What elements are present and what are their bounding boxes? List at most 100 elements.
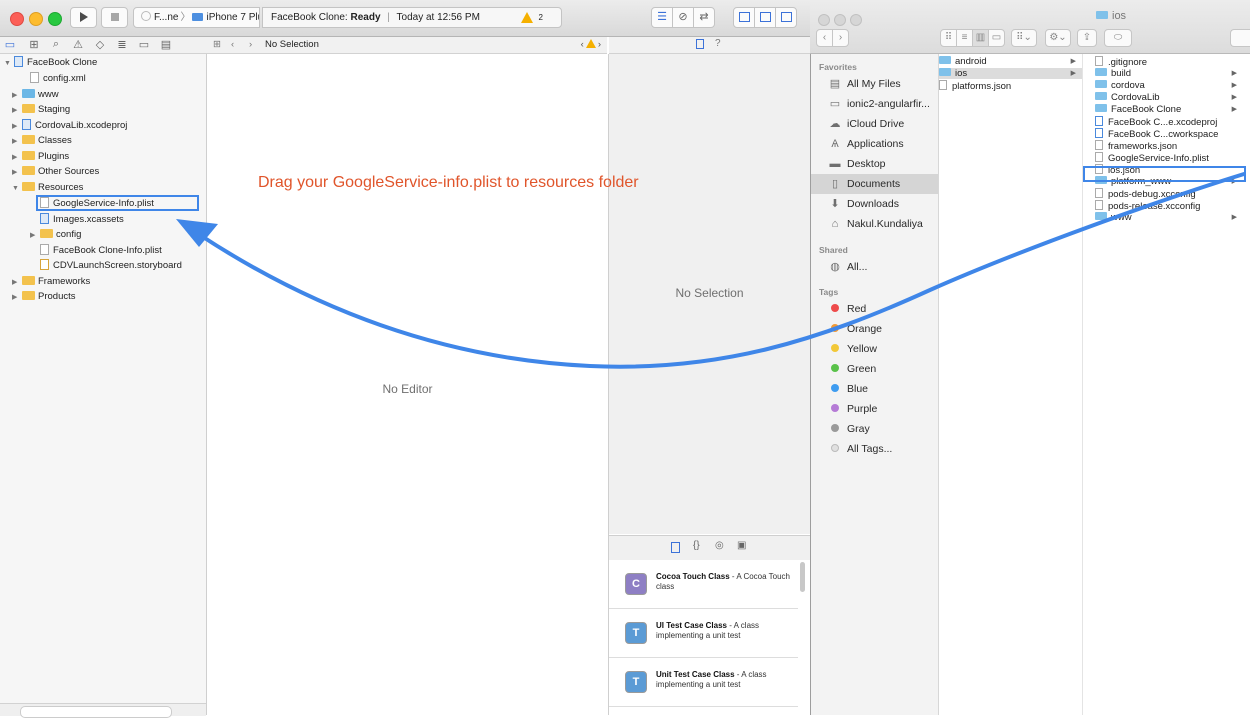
back-arrow-icon[interactable]: ‹ — [231, 37, 234, 53]
library-scrollbar[interactable] — [800, 562, 805, 592]
issue-navigator-icon[interactable]: ⚠ — [70, 38, 86, 51]
warning-count[interactable]: 2 — [539, 8, 543, 27]
tree-item-folder[interactable]: ▶ Plugins — [12, 149, 69, 164]
toggle-navigator-button[interactable] — [733, 7, 755, 28]
standard-editor-button[interactable]: ☰ — [651, 7, 673, 28]
column-row[interactable]: CordovaLib ▶ — [1083, 92, 1243, 103]
column-row[interactable]: FaceBook C...cworkspace — [1083, 128, 1243, 140]
tree-item-folder[interactable]: ▼ Resources — [12, 180, 83, 195]
disclosure-right-icon[interactable]: ▶ — [12, 134, 22, 149]
action-button[interactable]: ⚙⌄ — [1045, 29, 1071, 47]
toggle-debug-button[interactable] — [754, 7, 776, 28]
sidebar-item-documents[interactable]: ▯ Documents — [811, 174, 938, 194]
forward-button[interactable]: › — [832, 29, 849, 47]
version-editor-button[interactable]: ⇄ — [693, 7, 715, 28]
tree-item-project[interactable]: ▶ CordovaLib.xcodeproj — [12, 118, 127, 133]
column-row[interactable]: pods-release.xcconfig — [1083, 200, 1243, 212]
column-row[interactable]: FaceBook Clone ▶ — [1083, 104, 1243, 115]
library-item[interactable]: C Cocoa Touch Class - A Cocoa Touch clas… — [609, 560, 798, 609]
disclosure-right-icon[interactable]: ▶ — [12, 150, 22, 165]
tree-item-project[interactable]: ▼ FaceBook Clone — [4, 55, 97, 70]
column-row[interactable]: cordova ▶ — [1083, 80, 1243, 91]
column-row[interactable]: frameworks.json — [1083, 140, 1243, 152]
forward-arrow-icon[interactable]: › — [249, 37, 252, 53]
stop-button[interactable] — [101, 7, 128, 28]
sidebar-item-all-my-files[interactable]: ▤ All My Files — [811, 74, 938, 94]
column-row-selected[interactable]: ios ▶ — [939, 68, 1082, 79]
disclosure-right-icon[interactable]: ▶ — [30, 228, 40, 243]
tree-item-folder[interactable]: ▶ Frameworks — [12, 274, 90, 289]
scheme-selector[interactable]: F...ne〉 iPhone 7 Plus — [133, 7, 260, 28]
assistant-editor-button[interactable]: ⊘ — [672, 7, 694, 28]
sidebar-all-tags[interactable]: All Tags... — [811, 439, 938, 459]
sidebar-item-ionic2[interactable]: ▭ ionic2-angularfir... — [811, 94, 938, 114]
column-row-highlighted[interactable]: GoogleService-Info.plist — [1083, 152, 1243, 164]
run-button[interactable] — [70, 7, 97, 28]
disclosure-right-icon[interactable]: ▶ — [12, 275, 22, 290]
sidebar-tag-gray[interactable]: Gray — [811, 419, 938, 439]
help-inspector-icon[interactable]: ? — [715, 38, 721, 49]
minimize-window-button[interactable] — [29, 12, 43, 26]
column-row[interactable]: .gitignore — [1083, 56, 1243, 68]
minimize-window-button[interactable] — [834, 14, 846, 26]
tags-button[interactable]: ⬭ — [1104, 29, 1132, 47]
share-button[interactable]: ⇪ — [1077, 29, 1097, 47]
disclosure-down-icon[interactable]: ▼ — [4, 56, 14, 71]
disclosure-right-icon[interactable]: ▶ — [12, 290, 22, 305]
tree-item-folder[interactable]: ▶ Other Sources — [12, 164, 99, 179]
disclosure-right-icon[interactable]: ▶ — [12, 88, 22, 103]
report-navigator-icon[interactable]: ▤ — [158, 38, 174, 51]
tree-item-file[interactable]: FaceBook Clone-Info.plist — [40, 243, 162, 258]
sidebar-item-home[interactable]: ⌂ Nakul.Kundaliya — [811, 214, 938, 234]
column-row[interactable]: platforms.json — [939, 80, 1082, 92]
column-row[interactable]: www ▶ — [1083, 212, 1243, 223]
file-inspector-icon[interactable] — [696, 39, 704, 49]
filter-input[interactable] — [20, 706, 172, 718]
object-library-icon[interactable]: ◎ — [715, 540, 724, 551]
disclosure-right-icon[interactable]: ▶ — [12, 103, 22, 118]
find-navigator-icon[interactable]: ⌕ — [48, 38, 64, 51]
sidebar-item-icloud-drive[interactable]: ☁ iCloud Drive — [811, 114, 938, 134]
tree-item-folder[interactable]: ▶ Classes — [12, 133, 72, 148]
column-row[interactable]: FaceBook C...e.xcodeproj — [1083, 116, 1243, 128]
disclosure-down-icon[interactable]: ▼ — [12, 181, 22, 196]
column-row[interactable]: pods-debug.xcconfig — [1083, 188, 1243, 200]
issue-nav-arrows[interactable]: ‹ › — [581, 37, 601, 53]
tree-item-file[interactable]: config.xml — [30, 71, 86, 86]
disclosure-right-icon[interactable]: ▶ — [12, 165, 22, 180]
zoom-window-button[interactable] — [850, 14, 862, 26]
debug-navigator-icon[interactable]: ≣ — [114, 38, 130, 51]
icon-view-button[interactable]: ⠿ — [940, 29, 957, 47]
file-template-icon[interactable] — [671, 542, 680, 553]
warning-icon[interactable] — [521, 12, 533, 23]
library-item[interactable]: T UI Test Case Class - A class implement… — [609, 609, 798, 658]
close-window-button[interactable] — [818, 14, 830, 26]
symbol-navigator-icon[interactable]: ⊞ — [26, 38, 42, 51]
column-row[interactable]: android ▶ — [939, 56, 1082, 67]
tree-item-file[interactable]: CDVLaunchScreen.storyboard — [40, 258, 182, 273]
sidebar-item-applications[interactable]: Ѧ Applications — [811, 134, 938, 154]
sidebar-tag-purple[interactable]: Purple — [811, 399, 938, 419]
sidebar-tag-red[interactable]: Red — [811, 299, 938, 319]
library-item[interactable]: T Unit Test Case Class - A class impleme… — [609, 658, 798, 707]
project-navigator-icon[interactable]: ▭ — [2, 38, 18, 51]
sidebar-tag-orange[interactable]: Orange — [811, 319, 938, 339]
back-button[interactable]: ‹ — [816, 29, 833, 47]
tree-item-folder[interactable]: ▶ www — [12, 87, 59, 102]
sidebar-item-desktop[interactable]: ▬ Desktop — [811, 154, 938, 174]
sidebar-item-downloads[interactable]: ⬇ Downloads — [811, 194, 938, 214]
tree-item-folder[interactable]: ▶ Products — [12, 289, 76, 304]
sidebar-tag-yellow[interactable]: Yellow — [811, 339, 938, 359]
arrange-button[interactable]: ⠿⌄ — [1011, 29, 1037, 47]
tree-item-folder[interactable]: ▶ Staging — [12, 102, 70, 117]
media-library-icon[interactable]: ▣ — [737, 540, 746, 551]
tree-item-folder[interactable]: ▶ config — [30, 227, 81, 242]
column-row[interactable]: build ▶ — [1083, 68, 1243, 79]
disclosure-right-icon[interactable]: ▶ — [12, 119, 22, 134]
breakpoint-navigator-icon[interactable]: ▭ — [136, 38, 152, 51]
test-navigator-icon[interactable]: ◇ — [92, 38, 108, 51]
sidebar-tag-green[interactable]: Green — [811, 359, 938, 379]
grid-icon[interactable]: ⊞ — [213, 37, 221, 53]
cover-flow-button[interactable]: ▭ — [988, 29, 1005, 47]
sidebar-tag-blue[interactable]: Blue — [811, 379, 938, 399]
